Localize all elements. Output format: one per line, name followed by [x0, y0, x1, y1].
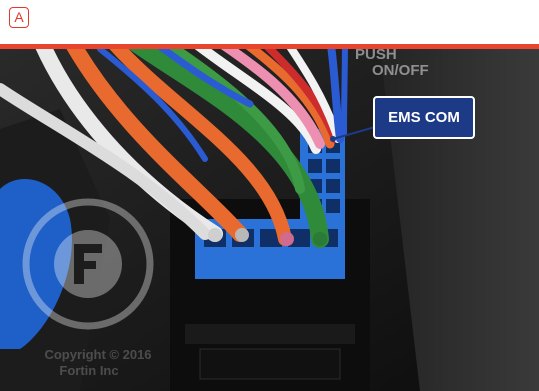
header-bar: A: [0, 0, 539, 44]
panel-label-onoff: ON/OFF: [372, 62, 429, 79]
ems-com-callout: EMS COM: [373, 96, 475, 139]
connector-latch: [185, 324, 355, 344]
panel-label-push: PUSH: [355, 46, 397, 63]
connector-lock: [199, 348, 341, 380]
watermark-company: Fortin Inc: [59, 363, 119, 378]
callout-pointer-dot: [330, 136, 336, 142]
figure-badge: A: [9, 7, 29, 28]
watermark-copyright: Copyright © 2016: [44, 347, 152, 362]
